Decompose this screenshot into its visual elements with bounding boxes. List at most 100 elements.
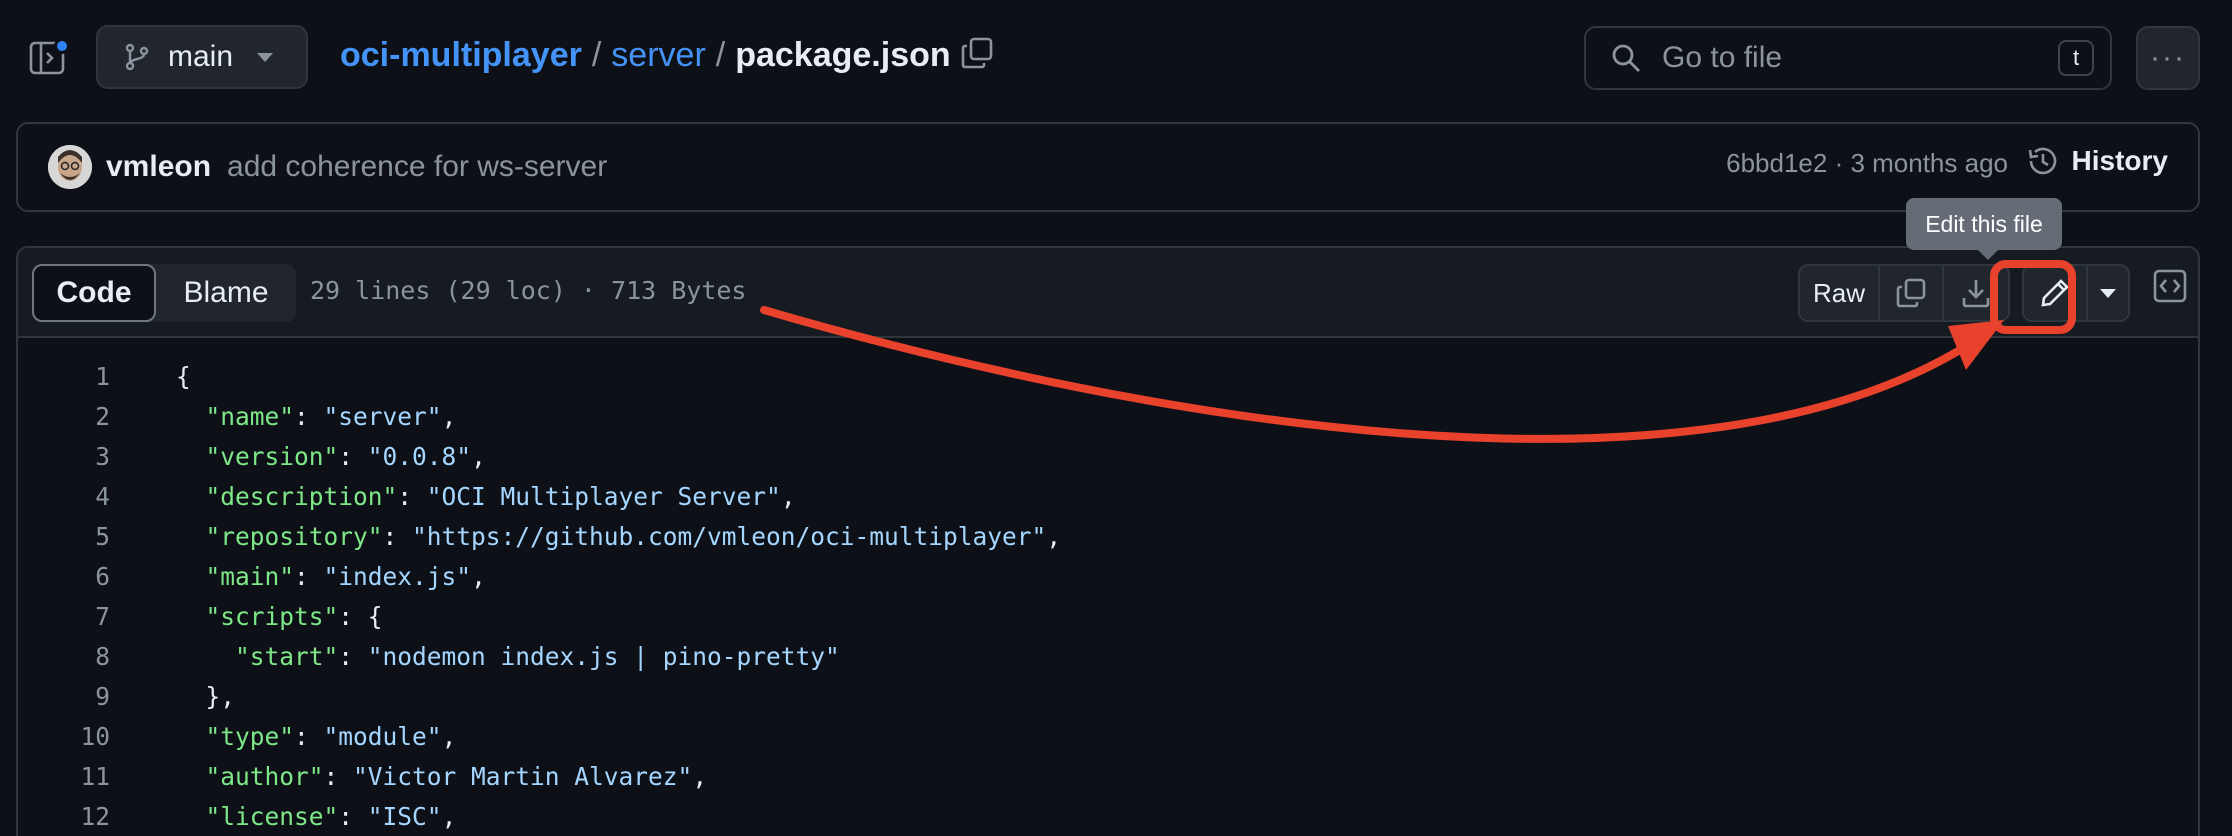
- triangle-down-icon: [2100, 288, 2116, 298]
- go-to-file-input[interactable]: Go to file t: [1584, 26, 2112, 90]
- code-token-mid: :: [294, 721, 324, 751]
- history-button[interactable]: History: [2026, 144, 2168, 178]
- breadcrumb-dir-link[interactable]: server: [611, 36, 705, 75]
- line-number[interactable]: 5: [18, 522, 110, 551]
- breadcrumb-separator: /: [715, 35, 726, 74]
- code-token-key: "scripts": [205, 601, 339, 631]
- code-token-val: "server": [323, 401, 442, 431]
- code-text: "start": "nodemon index.js | pino-pretty…: [176, 642, 840, 671]
- history-label: History: [2071, 145, 2168, 176]
- code-token-post: ,: [441, 401, 457, 431]
- line-number[interactable]: 12: [18, 802, 110, 831]
- line-number[interactable]: 4: [18, 482, 110, 511]
- code-text: "type": "module",: [176, 721, 457, 751]
- code-token-pre: [176, 802, 206, 831]
- code-token-key: "main": [205, 561, 295, 591]
- code-token-mid: :: [338, 641, 368, 671]
- line-number[interactable]: 7: [18, 602, 110, 631]
- line-number[interactable]: 8: [18, 642, 110, 671]
- avatar[interactable]: [48, 145, 92, 189]
- edit-actions-group: [2022, 264, 2130, 322]
- code-token-val: "nodemon index.js | pino-pretty": [367, 641, 840, 671]
- code-line: 2 "name": "server",: [18, 396, 2198, 436]
- code-token-mid: :: [397, 481, 427, 511]
- branch-selector-button[interactable]: main: [96, 25, 308, 89]
- code-line: 4 "description": "OCI Multiplayer Server…: [18, 476, 2198, 516]
- breadcrumb: oci-multiplayer / server / package.json: [340, 30, 951, 80]
- kebab-icon[interactable]: ···: [2136, 26, 2200, 90]
- code-token-val: "https://github.com/vmleon/oci-multiplay…: [412, 521, 1047, 551]
- notification-dot: [54, 38, 70, 54]
- line-number[interactable]: 11: [18, 762, 110, 791]
- code-line: 10 "type": "module",: [18, 716, 2198, 756]
- download-icon: [1962, 280, 1990, 308]
- commit-message-link[interactable]: add coherence for ws-server: [227, 150, 607, 184]
- code-line: 8 "start": "nodemon index.js | pino-pret…: [18, 636, 2198, 676]
- code-token-key: "version": [205, 441, 339, 471]
- code-token-pre: [176, 402, 206, 431]
- breadcrumb-file-name: package.json: [735, 35, 951, 74]
- view-mode-toggle: Code Blame: [32, 264, 296, 322]
- line-number[interactable]: 3: [18, 442, 110, 471]
- code-line: 12 "license": "ISC",: [18, 796, 2198, 836]
- code-token-mid: :: [338, 441, 368, 471]
- code-square-icon: [2153, 269, 2187, 303]
- code-token-post: ,: [441, 801, 457, 831]
- search-icon: [1612, 44, 1640, 72]
- code-token-post: ,: [471, 561, 486, 591]
- code-text: "license": "ISC",: [176, 801, 457, 831]
- code-text: "repository": "https://github.com/vmleon…: [176, 521, 1062, 551]
- raw-button[interactable]: Raw: [1800, 266, 1880, 320]
- line-number[interactable]: 9: [18, 682, 110, 711]
- code-token-val: "ISC": [367, 801, 442, 831]
- edit-file-button[interactable]: [2024, 266, 2088, 320]
- line-number[interactable]: 1: [18, 362, 110, 391]
- code-line: 3 "version": "0.0.8",: [18, 436, 2198, 476]
- code-token-pre: {: [176, 361, 191, 391]
- code-token-key: "type": [205, 721, 295, 751]
- copy-path-button[interactable]: [960, 36, 994, 70]
- edit-options-dropdown[interactable]: [2088, 266, 2128, 320]
- commit-author-link[interactable]: vmleon: [106, 150, 211, 184]
- download-button[interactable]: [1944, 266, 2008, 320]
- file-toolbar: Code Blame 29 lines (29 loc) · 713 Bytes…: [18, 248, 2198, 338]
- line-number[interactable]: 10: [18, 722, 110, 751]
- file-header-bar: main oci-multiplayer / server / package.…: [0, 0, 2232, 118]
- code-token-mid: :: [294, 401, 324, 431]
- code-line: 6 "main": "index.js",: [18, 556, 2198, 596]
- tab-code[interactable]: Code: [32, 264, 156, 322]
- code-token-mid: :: [338, 801, 368, 831]
- file-viewer: Code Blame 29 lines (29 loc) · 713 Bytes…: [16, 246, 2200, 836]
- code-text: },: [176, 682, 236, 711]
- copy-raw-button[interactable]: [1880, 266, 1944, 320]
- code-line: 1{: [18, 356, 2198, 396]
- breadcrumb-repo-link[interactable]: oci-multiplayer: [340, 36, 582, 75]
- code-line: 9 },: [18, 676, 2198, 716]
- go-to-file-placeholder: Go to file: [1662, 41, 1783, 74]
- code-text: "author": "Victor Martin Alvarez",: [176, 761, 708, 791]
- code-token-val: "Victor Martin Alvarez": [353, 761, 693, 791]
- code-token-pre: [176, 722, 206, 751]
- edit-tooltip: Edit this file: [1906, 198, 2062, 260]
- code-token-mid: : {: [338, 601, 383, 631]
- code-text: "description": "OCI Multiplayer Server",: [176, 482, 796, 511]
- code-token-val: "0.0.8": [367, 441, 472, 471]
- line-number[interactable]: 6: [18, 562, 110, 591]
- tab-blame[interactable]: Blame: [156, 264, 296, 322]
- copy-icon: [961, 37, 993, 69]
- line-number[interactable]: 2: [18, 402, 110, 431]
- symbols-panel-button[interactable]: [2152, 268, 2192, 308]
- code-token-pre: [176, 642, 235, 671]
- commit-sha-and-time[interactable]: 6bbd1e2 · 3 months ago: [1726, 148, 2008, 179]
- code-token-pre: [176, 602, 206, 631]
- code-token-val: "OCI Multiplayer Server": [426, 481, 781, 511]
- code-token-post: ,: [780, 481, 796, 511]
- code-line: 7 "scripts": {: [18, 596, 2198, 636]
- code-token-key: "description": [205, 481, 398, 511]
- code-line: 11 "author": "Victor Martin Alvarez",: [18, 756, 2198, 796]
- code-token-post: ,: [1046, 521, 1062, 551]
- code-line: 5 "repository": "https://github.com/vmle…: [18, 516, 2198, 556]
- pencil-icon: [2041, 279, 2069, 307]
- code-token-key: "start": [235, 641, 339, 671]
- code-token-val: "module": [323, 721, 442, 751]
